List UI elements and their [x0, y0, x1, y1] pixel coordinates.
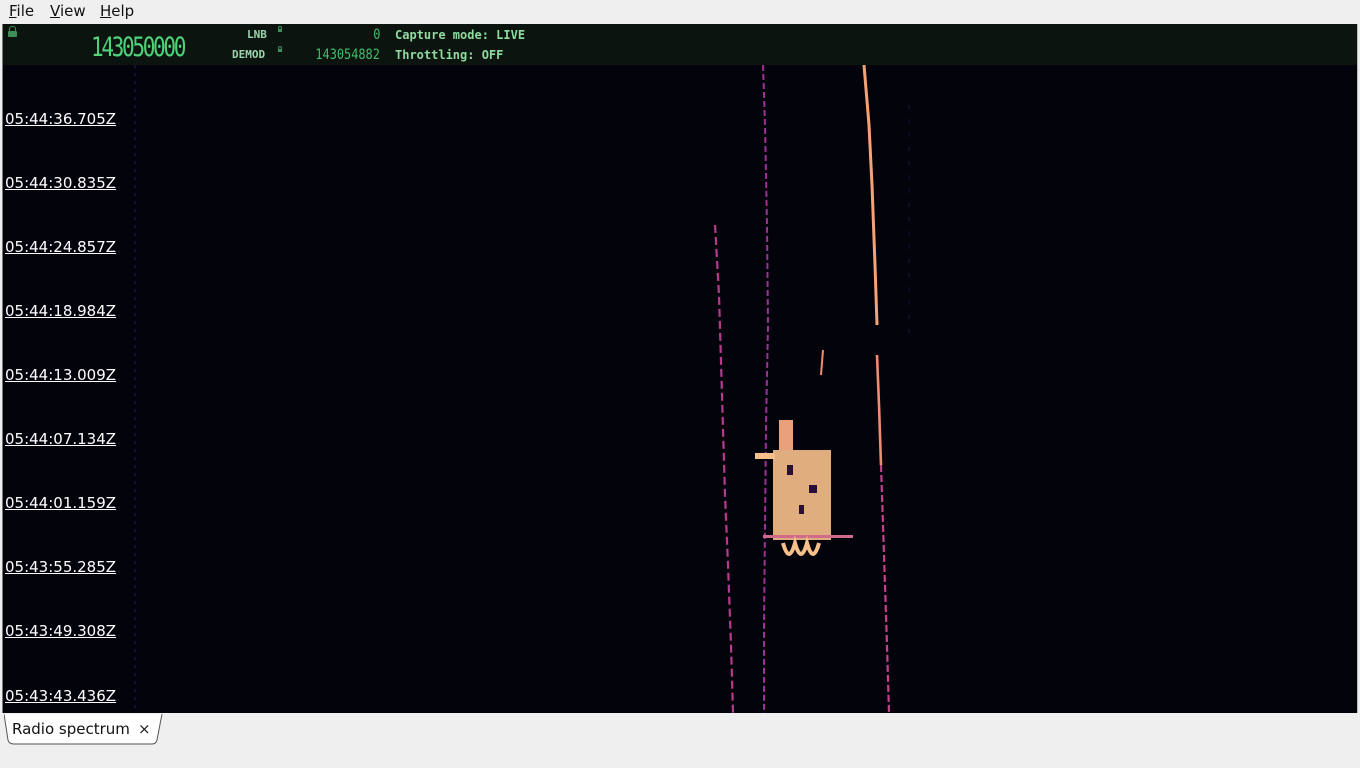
demod-label: DEMOD [232, 48, 266, 61]
menu-help-mnemonic: H [100, 2, 112, 20]
tab-bar: Radio spectrum × [0, 714, 1360, 768]
timestamp-label: 05:43:55.285Z [5, 558, 117, 576]
timestamp-label: 05:44:18.984Z [5, 302, 117, 320]
close-icon[interactable]: × [138, 720, 151, 738]
lnb-label: LNB [247, 28, 267, 41]
status-bar: 143050000 LNB 0 DEMOD 143054882 Capture … [3, 24, 1357, 65]
timestamp-label: 05:44:24.857Z [5, 238, 117, 256]
capture-mode-status: Capture mode: LIVE [395, 28, 526, 42]
menu-file-mnemonic: F [9, 2, 17, 20]
tab-label: Radio spectrum [12, 720, 130, 738]
timestamp-label: 05:44:30.835Z [5, 174, 117, 192]
demod-value[interactable]: 143054882 [316, 47, 380, 63]
lock-icon[interactable] [8, 26, 17, 37]
tab-radio-spectrum[interactable]: Radio spectrum × [4, 714, 163, 745]
waterfall-display[interactable] [3, 65, 1357, 713]
menu-file-label: ile [16, 2, 35, 20]
spectrum-panel: 143050000 LNB 0 DEMOD 143054882 Capture … [2, 24, 1358, 713]
menu-bar: File View Help [0, 0, 1360, 22]
timestamp-axis: 05:44:36.705Z 05:44:30.835Z 05:44:24.857… [3, 65, 133, 713]
demod-lock-icon[interactable] [278, 46, 282, 52]
timestamp-label: 05:44:07.134Z [5, 430, 117, 448]
menu-view-mnemonic: V [50, 2, 60, 20]
frequency-display[interactable]: 143050000 [91, 32, 186, 63]
throttling-status: Throttling: OFF [395, 48, 504, 62]
menu-file[interactable]: File [9, 2, 34, 20]
lnb-value[interactable]: 0 [373, 27, 380, 43]
timestamp-label: 05:43:43.436Z [5, 687, 117, 705]
timestamp-label: 05:44:13.009Z [5, 366, 117, 384]
timestamp-label: 05:43:49.308Z [5, 622, 117, 640]
lnb-lock-icon[interactable] [278, 26, 282, 32]
menu-view[interactable]: View [50, 2, 86, 20]
menu-help[interactable]: Help [100, 2, 134, 20]
timestamp-label: 05:44:01.159Z [5, 494, 117, 512]
timestamp-label: 05:44:36.705Z [5, 110, 117, 128]
menu-view-label: iew [59, 2, 86, 20]
menu-help-label: elp [111, 2, 135, 20]
